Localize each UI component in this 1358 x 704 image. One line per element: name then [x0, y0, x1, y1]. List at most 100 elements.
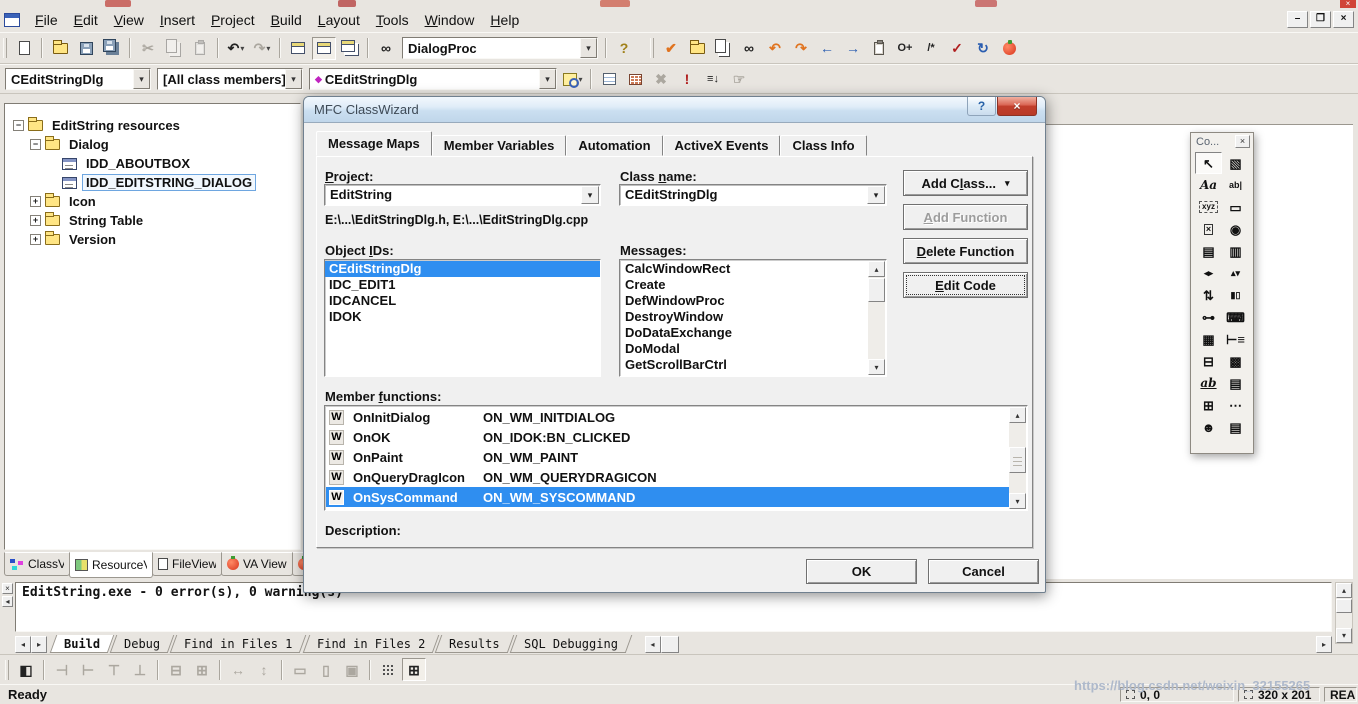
list-box-control-icon[interactable]: ▥: [1222, 240, 1249, 262]
output-tab-sql-debugging[interactable]: SQL Debugging: [509, 635, 632, 653]
menu-tools[interactable]: Tools: [368, 9, 417, 31]
animate-control-icon[interactable]: ▩: [1222, 350, 1249, 372]
paste-icon[interactable]: [188, 37, 212, 60]
align-top-icon[interactable]: ⊤: [102, 658, 126, 681]
va-copy-icon[interactable]: [711, 37, 735, 60]
workspace-tab-resourceview[interactable]: ResourceView: [69, 552, 153, 578]
undo-icon[interactable]: ↶ ▾: [224, 37, 248, 60]
output-collapse-icon[interactable]: ◂: [2, 596, 13, 607]
delete-function-button[interactable]: Delete Function: [903, 238, 1028, 264]
static-text-control-icon[interactable]: Aa: [1195, 174, 1222, 196]
message-item[interactable]: GetScrollBarCtrl: [621, 357, 868, 373]
align-left-icon[interactable]: ⊣: [50, 658, 74, 681]
expander-icon[interactable]: +: [30, 196, 41, 207]
va-navigate-forward-icon[interactable]: →: [841, 37, 865, 60]
rich-edit-control-icon[interactable]: ab: [1195, 372, 1222, 394]
redo-icon[interactable]: ↷ ▾: [250, 37, 274, 60]
tree-item[interactable]: + Version: [5, 230, 300, 249]
edit-box-control-icon[interactable]: ab|: [1222, 174, 1249, 196]
member-function-row[interactable]: W OnQueryDragIcon ON_WM_QUERYDRAGICON: [326, 467, 1009, 487]
help-button[interactable]: ?: [967, 97, 996, 116]
expander-icon[interactable]: −: [30, 139, 41, 150]
output-tab-build[interactable]: Build: [49, 635, 115, 653]
tab-scroll-right-icon[interactable]: ▸: [31, 635, 47, 653]
workspace-window-icon[interactable]: [286, 37, 310, 60]
space-across-icon[interactable]: ↔: [226, 658, 250, 681]
execute-program-icon[interactable]: !: [675, 68, 699, 91]
group-box-control-icon[interactable]: xyz: [1195, 196, 1222, 218]
tree-item[interactable]: + String Table: [5, 211, 300, 230]
va-open-folder-icon[interactable]: [685, 37, 709, 60]
message-item[interactable]: DoDataExchange: [621, 325, 868, 341]
scroll-up-icon[interactable]: ▴: [868, 261, 885, 277]
copy-icon[interactable]: [162, 37, 186, 60]
extended-combo-box-control-icon[interactable]: ▤: [1222, 416, 1249, 438]
chevron-down-icon[interactable]: ▾: [867, 186, 885, 204]
add-function-button[interactable]: Add Function: [903, 204, 1028, 230]
dialog-titlebar[interactable]: MFC ClassWizard ? ×: [304, 97, 1045, 123]
object-id-item[interactable]: IDCANCEL: [325, 293, 600, 309]
tree-item[interactable]: − Dialog: [5, 135, 300, 154]
wizardbar-member-combo[interactable]: ◆ CEditStringDlg ▾: [309, 68, 557, 90]
messages-scrollbar[interactable]: ▴ ▾: [868, 261, 885, 375]
object-id-item[interactable]: IDC_EDIT1: [325, 277, 600, 293]
pause-hand-icon[interactable]: ☞: [727, 68, 751, 91]
va-insert-symbol-icon[interactable]: O+: [893, 37, 917, 60]
object-id-item[interactable]: CEditStringDlg: [325, 261, 600, 277]
menu-view[interactable]: View: [106, 9, 152, 31]
ok-button[interactable]: OK: [806, 559, 917, 584]
space-down-icon[interactable]: ↕: [252, 658, 276, 681]
progress-control-icon[interactable]: ▮▯: [1222, 284, 1249, 306]
output-window-icon[interactable]: [312, 36, 336, 60]
toolbar-gripper[interactable]: [650, 38, 654, 58]
scrollbar-thumb[interactable]: [1009, 447, 1026, 473]
align-bottom-icon[interactable]: ⊥: [128, 658, 152, 681]
toolbar-gripper[interactable]: [5, 659, 9, 680]
tab-class-info[interactable]: Class Info: [780, 135, 867, 156]
va-redo-icon[interactable]: ↷: [789, 37, 813, 60]
menu-layout[interactable]: Layout: [310, 9, 368, 31]
custom-control-icon[interactable]: ☻: [1195, 416, 1222, 438]
workspace-tab-fileview[interactable]: FileView: [152, 552, 222, 576]
output-close-icon[interactable]: ×: [2, 583, 13, 594]
radio-button-control-icon[interactable]: ◉: [1222, 218, 1249, 240]
workspace-tab-va-view[interactable]: VA View: [221, 552, 293, 576]
select-tool-icon[interactable]: ↖: [1195, 152, 1222, 174]
output-tab-results[interactable]: Results: [434, 635, 514, 653]
find-combo[interactable]: DialogProc ▾: [402, 37, 598, 59]
scroll-down-icon[interactable]: ▾: [868, 359, 885, 375]
tree-item[interactable]: IDD_EDITSTRING_DIALOG: [5, 173, 300, 192]
ip-address-control-icon[interactable]: ⋯: [1222, 394, 1249, 416]
hot-key-control-icon[interactable]: ⌨: [1222, 306, 1249, 328]
vertical-scrollbar-control-icon[interactable]: ▴▾: [1222, 262, 1249, 284]
search-in-files-icon[interactable]: ?: [612, 37, 636, 60]
va-tomato-icon[interactable]: [997, 37, 1021, 60]
combo-box-control-icon[interactable]: ▤: [1195, 240, 1222, 262]
scrollbar-thumb[interactable]: [1336, 599, 1352, 613]
project-combo[interactable]: EditString ▾: [324, 184, 601, 206]
tree-item[interactable]: IDD_ABOUTBOX: [5, 154, 300, 173]
va-paste-icon[interactable]: [867, 37, 891, 60]
tree-control-icon[interactable]: ⊢≡: [1222, 328, 1249, 350]
expander-icon[interactable]: −: [13, 120, 24, 131]
workspace-tab-classview[interactable]: ClassView: [4, 552, 70, 576]
tree-item[interactable]: + Icon: [5, 192, 300, 211]
search-selection-icon[interactable]: ∞: [374, 37, 398, 60]
chevron-down-icon[interactable]: ▾: [581, 186, 599, 204]
cancel-button[interactable]: Cancel: [928, 559, 1039, 584]
tree-item[interactable]: − EditString resources: [5, 116, 300, 135]
wizardbar-member-combo-dropdown-button[interactable]: ▾: [539, 69, 556, 89]
minimize-button[interactable]: –: [1287, 11, 1308, 28]
stop-build-icon[interactable]: ✖: [649, 68, 673, 91]
tab-automation[interactable]: Automation: [566, 135, 663, 156]
picture-control-icon[interactable]: ▧: [1222, 152, 1249, 174]
toggle-guides-icon[interactable]: ⊞: [402, 658, 426, 681]
hscroll-left-icon[interactable]: ◂: [644, 635, 661, 653]
classname-combo[interactable]: CEditStringDlg ▾: [619, 184, 887, 206]
va-find-tool-icon[interactable]: ∞: [737, 37, 761, 60]
expander-icon[interactable]: +: [30, 215, 41, 226]
save-icon[interactable]: [74, 37, 98, 60]
hscroll-right-icon[interactable]: ▸: [1316, 635, 1332, 653]
save-all-icon[interactable]: [100, 37, 124, 60]
compile-file-icon[interactable]: [597, 68, 621, 91]
